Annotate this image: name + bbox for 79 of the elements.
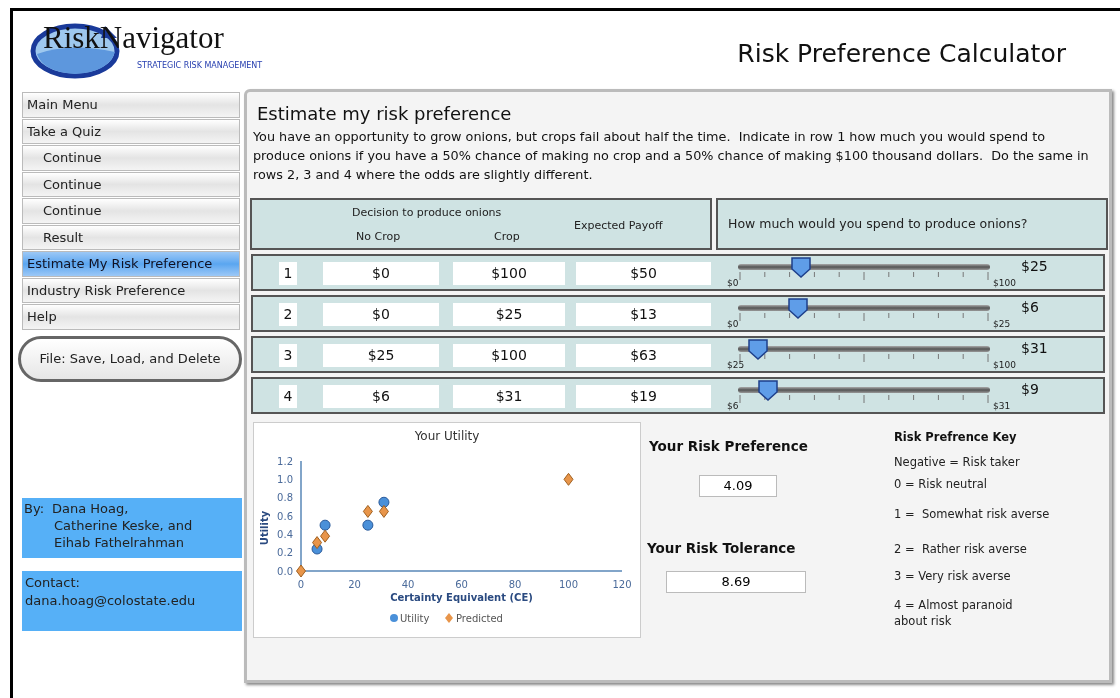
y-tick-label: 1.2 bbox=[277, 455, 293, 467]
value-field[interactable]: $100 bbox=[453, 344, 565, 367]
menu-item[interactable]: Take a Quiz bbox=[22, 118, 240, 144]
y-axis-title: Utility bbox=[259, 510, 270, 546]
slider-max-label: $25 bbox=[993, 319, 1011, 329]
menu-item[interactable]: Industry Risk Preference bbox=[22, 277, 240, 303]
page-title: Risk Preference Calculator bbox=[737, 38, 1066, 71]
x-tick-label: 0 bbox=[297, 579, 305, 590]
value-field[interactable]: $25 bbox=[453, 303, 565, 326]
file-button[interactable]: File: Save, Load, and Delete bbox=[18, 335, 242, 382]
slider-min-label: $6 bbox=[727, 401, 739, 411]
x-tick-label: 120 bbox=[612, 579, 632, 590]
risk-tolerance-label: Your Risk Tolerance bbox=[647, 539, 796, 558]
slider-value: $9 bbox=[1021, 380, 1039, 399]
value-field[interactable]: $6 bbox=[323, 385, 439, 408]
value-field[interactable]: $31 bbox=[453, 385, 565, 408]
key-entry: 3 = Very risk averse bbox=[894, 568, 1012, 584]
slider-min-label: $0 bbox=[727, 278, 739, 288]
risk-tolerance-field: 8.69 bbox=[666, 571, 806, 593]
slider-max-label: $31 bbox=[993, 401, 1011, 411]
y-tick-label: 0.8 bbox=[277, 492, 293, 504]
y-tick-label: 0.2 bbox=[277, 547, 293, 559]
contact-panel: Contact: dana.hoag@colostate.edu bbox=[22, 570, 242, 631]
key-entry: 2 = Rather risk averse bbox=[894, 541, 1028, 557]
key-entry: 1 = Somewhat risk averse bbox=[894, 506, 1051, 522]
column-heading: Crop bbox=[494, 229, 520, 245]
value-field[interactable]: $25 bbox=[323, 344, 439, 367]
x-axis-title: Certainty Equivalent (CE) bbox=[390, 592, 533, 603]
key-entry: 4 = Almost paranoid about risk bbox=[894, 597, 1014, 629]
column-heading: How much would you spend to produce onions? bbox=[728, 214, 1028, 233]
y-tick-label: 1.0 bbox=[277, 473, 293, 485]
authors-panel: By: Dana Hoag, Catherine Keske, and Eihab Fathelrahman bbox=[22, 497, 242, 558]
slider-min-label: $0 bbox=[727, 319, 739, 329]
chart-title: Your Utility bbox=[414, 429, 480, 443]
legend-label: Predicted bbox=[456, 613, 503, 624]
menu-item[interactable]: Main Menu bbox=[22, 92, 240, 118]
risk-preference-field: 4.09 bbox=[699, 475, 777, 497]
value-field[interactable]: $50 bbox=[576, 262, 711, 285]
menu-item[interactable]: Continue bbox=[22, 198, 240, 224]
key-title: Risk Prefrence Key bbox=[894, 429, 1017, 446]
menu-item[interactable]: Result bbox=[22, 224, 240, 250]
x-tick-label: 60 bbox=[455, 579, 468, 590]
x-tick-label: 20 bbox=[348, 579, 361, 590]
x-tick-label: 80 bbox=[508, 579, 522, 590]
logo-subtitle: STRATEGIC RISK MANAGEMENT bbox=[137, 62, 263, 70]
risk-preference-label: Your Risk Preference bbox=[649, 437, 808, 456]
value-field[interactable]: $19 bbox=[576, 385, 711, 408]
column-heading: Expected Payoff bbox=[574, 218, 663, 234]
slider-max-label: $100 bbox=[993, 360, 1016, 370]
slider-max-label: $100 bbox=[993, 278, 1016, 288]
column-heading: No Crop bbox=[356, 229, 401, 245]
menu-item[interactable]: Continue bbox=[22, 145, 240, 171]
column-group-heading: Decision to produce onions bbox=[352, 205, 502, 221]
row-number: 4 bbox=[279, 385, 297, 408]
slider-value: $6 bbox=[1021, 298, 1039, 317]
menu-item[interactable]: Help bbox=[22, 304, 240, 330]
value-field[interactable]: $0 bbox=[323, 303, 439, 326]
y-tick-label: 0.4 bbox=[277, 528, 293, 540]
slider-value: $31 bbox=[1021, 339, 1048, 358]
slider-value: $25 bbox=[1021, 257, 1048, 276]
value-field[interactable]: $100 bbox=[453, 262, 565, 285]
intro-paragraph: You have an opportunity to grow onions, but crops fail about half the time. Indicate in row 1 how much you would spend to produce onions if you have a 50% chance of making no crop and a 50% chance of making $100 thousand dollars. Do the same in rows 2, 3 and 4 where the odds are slightly different. bbox=[253, 128, 1090, 184]
legend-label: Utility bbox=[400, 613, 430, 624]
value-field[interactable]: $13 bbox=[576, 303, 711, 326]
key-entry: 0 = Risk neutral bbox=[894, 476, 988, 492]
x-tick-label: 40 bbox=[401, 579, 415, 590]
slider-min-label: $25 bbox=[727, 360, 745, 370]
row-number: 3 bbox=[279, 344, 297, 367]
row-number: 1 bbox=[279, 262, 297, 285]
y-tick-label: 0.0 bbox=[277, 565, 293, 577]
section-title: Estimate my risk preference bbox=[257, 102, 512, 126]
value-field[interactable]: $0 bbox=[323, 262, 439, 285]
y-tick-label: 0.6 bbox=[277, 510, 293, 522]
menu-item[interactable]: Estimate My Risk Preference bbox=[22, 251, 240, 277]
row-number: 2 bbox=[279, 303, 297, 326]
menu-item[interactable]: Continue bbox=[22, 171, 240, 197]
x-tick-label: 100 bbox=[558, 579, 579, 590]
key-entry: Negative = Risk taker bbox=[894, 454, 1021, 470]
value-field[interactable]: $63 bbox=[576, 344, 711, 367]
